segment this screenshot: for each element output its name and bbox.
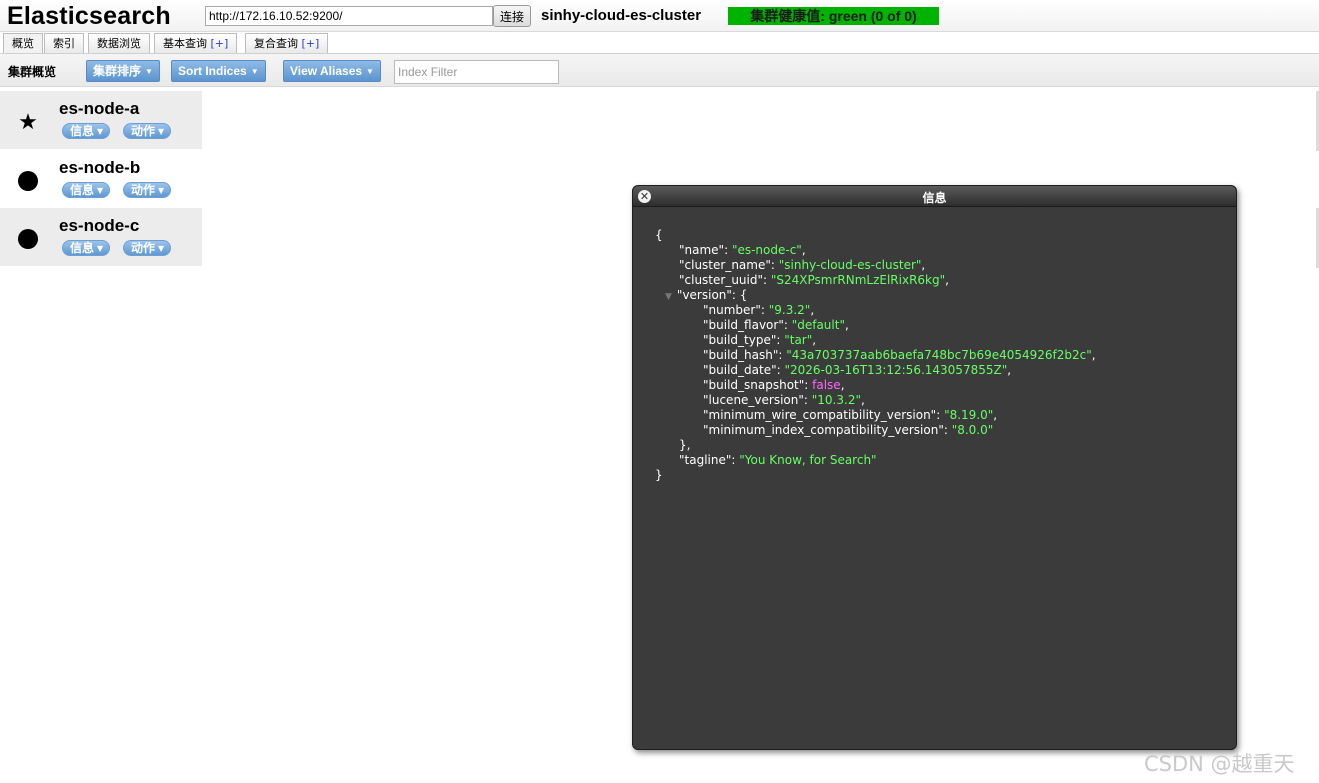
json-line: "build_date": "2026-03-16T13:12:56.14305… [703, 363, 1012, 377]
collapse-triangle-icon[interactable]: ▼ [665, 292, 672, 302]
main-tabs: 概览 索引 数据浏览 基本查询 [+] 复合查询 [+] [0, 32, 1319, 54]
json-line: "name": "es-node-c", [679, 243, 806, 257]
json-line: ▼ "version": { [665, 288, 748, 302]
json-line: } [655, 468, 663, 482]
json-line: "number": "9.3.2", [703, 303, 815, 317]
node-row: es-node-c 信息 ▼ 动作 ▼ [0, 208, 202, 266]
node-name: es-node-b [59, 158, 141, 177]
json-line: "lucene_version": "10.3.2", [703, 393, 865, 407]
tab-compound-query-label: 复合查询 [254, 37, 298, 50]
star-icon: ★ [18, 110, 38, 135]
dialog-titlebar[interactable]: 信息 ✕ [633, 186, 1236, 207]
view-aliases-button[interactable]: View Aliases ▼ [283, 60, 381, 82]
tab-browser[interactable]: 数据浏览 [88, 33, 150, 54]
node-row: ★ es-node-a 信息 ▼ 动作 ▼ [0, 91, 202, 149]
json-line: "build_snapshot": false, [703, 378, 845, 392]
node-info-button[interactable]: 信息 ▼ [62, 182, 111, 198]
dialog-title: 信息 [922, 191, 947, 205]
tab-basic-query-plus: [+] [210, 37, 229, 50]
tab-indices[interactable]: 索引 [44, 33, 84, 54]
node-row: es-node-b 信息 ▼ 动作 ▼ [0, 150, 202, 208]
json-line: "cluster_name": "sinhy-cloud-es-cluster"… [679, 258, 926, 272]
app-title: Elasticsearch [7, 2, 171, 30]
index-filter-input[interactable] [394, 60, 559, 84]
json-viewer: { "name": "es-node-c", "cluster_name": "… [655, 228, 1096, 483]
info-dialog: 信息 ✕ { "name": "es-node-c", "cluster_nam… [632, 185, 1237, 750]
tab-indices-label: 索引 [53, 37, 75, 50]
tab-overview[interactable]: 概览 [3, 33, 43, 54]
overview-toolbar: 集群概览 集群排序 ▼ Sort Indices ▼ View Aliases ▼ [0, 53, 1319, 87]
app-header: Elasticsearch 连接 sinhy-cloud-es-cluster … [0, 0, 1319, 32]
dot-icon [18, 171, 38, 191]
node-info-button[interactable]: 信息 ▼ [62, 240, 111, 256]
dot-icon [18, 229, 38, 249]
caret-down-icon: ▼ [97, 127, 104, 136]
tab-compound-query-plus: [+] [301, 37, 320, 50]
json-line: "build_hash": "43a703737aab6baefa748bc7b… [703, 348, 1096, 362]
json-line: "build_type": "tar", [703, 333, 817, 347]
tab-browser-label: 数据浏览 [97, 37, 141, 50]
node-info-label: 信息 [70, 241, 95, 255]
sort-indices-button[interactable]: Sort Indices ▼ [171, 60, 266, 82]
close-icon[interactable]: ✕ [638, 190, 651, 203]
cluster-health-badge: 集群健康值: green (0 of 0) [728, 7, 939, 25]
node-action-label: 动作 [131, 241, 156, 255]
view-aliases-label: View Aliases [290, 64, 363, 78]
node-info-label: 信息 [70, 183, 95, 197]
node-action-label: 动作 [131, 124, 156, 138]
tab-basic-query-label: 基本查询 [163, 37, 207, 50]
connect-button[interactable]: 连接 [493, 5, 531, 27]
watermark: CSDN @越重天 [1144, 752, 1295, 776]
json-line: }, [679, 438, 691, 452]
sort-cluster-button[interactable]: 集群排序 ▼ [86, 60, 160, 82]
json-line: { [655, 228, 663, 242]
json-line: "cluster_uuid": "S24XPsmrRNmLzElRixR6kg"… [679, 273, 949, 287]
node-action-label: 动作 [131, 183, 156, 197]
node-action-button[interactable]: 动作 ▼ [123, 240, 172, 256]
cluster-url-input[interactable] [205, 6, 493, 26]
node-info-label: 信息 [70, 124, 95, 138]
tab-overview-label: 概览 [12, 37, 34, 50]
node-action-button[interactable]: 动作 ▼ [123, 123, 172, 139]
tab-basic-query[interactable]: 基本查询 [+] [154, 33, 238, 54]
toolbar-title: 集群概览 [8, 65, 57, 79]
node-action-button[interactable]: 动作 ▼ [123, 182, 172, 198]
node-info-button[interactable]: 信息 ▼ [62, 123, 111, 139]
cluster-name: sinhy-cloud-es-cluster [541, 7, 702, 24]
caret-down-icon: ▼ [250, 67, 259, 76]
caret-down-icon: ▼ [158, 186, 165, 195]
json-line: "minimum_index_compatibility_version": "… [703, 423, 994, 437]
caret-down-icon: ▼ [145, 67, 153, 76]
caret-down-icon: ▼ [158, 244, 165, 253]
caret-down-icon: ▼ [366, 67, 374, 76]
caret-down-icon: ▼ [158, 127, 165, 136]
caret-down-icon: ▼ [97, 244, 104, 253]
node-name: es-node-c [59, 216, 140, 235]
json-line: "tagline": "You Know, for Search" [679, 453, 877, 467]
caret-down-icon: ▼ [97, 186, 104, 195]
sort-cluster-label: 集群排序 [93, 64, 142, 78]
tab-compound-query[interactable]: 复合查询 [+] [245, 33, 329, 54]
sort-indices-label: Sort Indices [178, 64, 247, 78]
node-name: es-node-a [59, 99, 140, 118]
json-line: "minimum_wire_compatibility_version": "8… [703, 408, 998, 422]
json-line: "build_flavor": "default", [703, 318, 849, 332]
